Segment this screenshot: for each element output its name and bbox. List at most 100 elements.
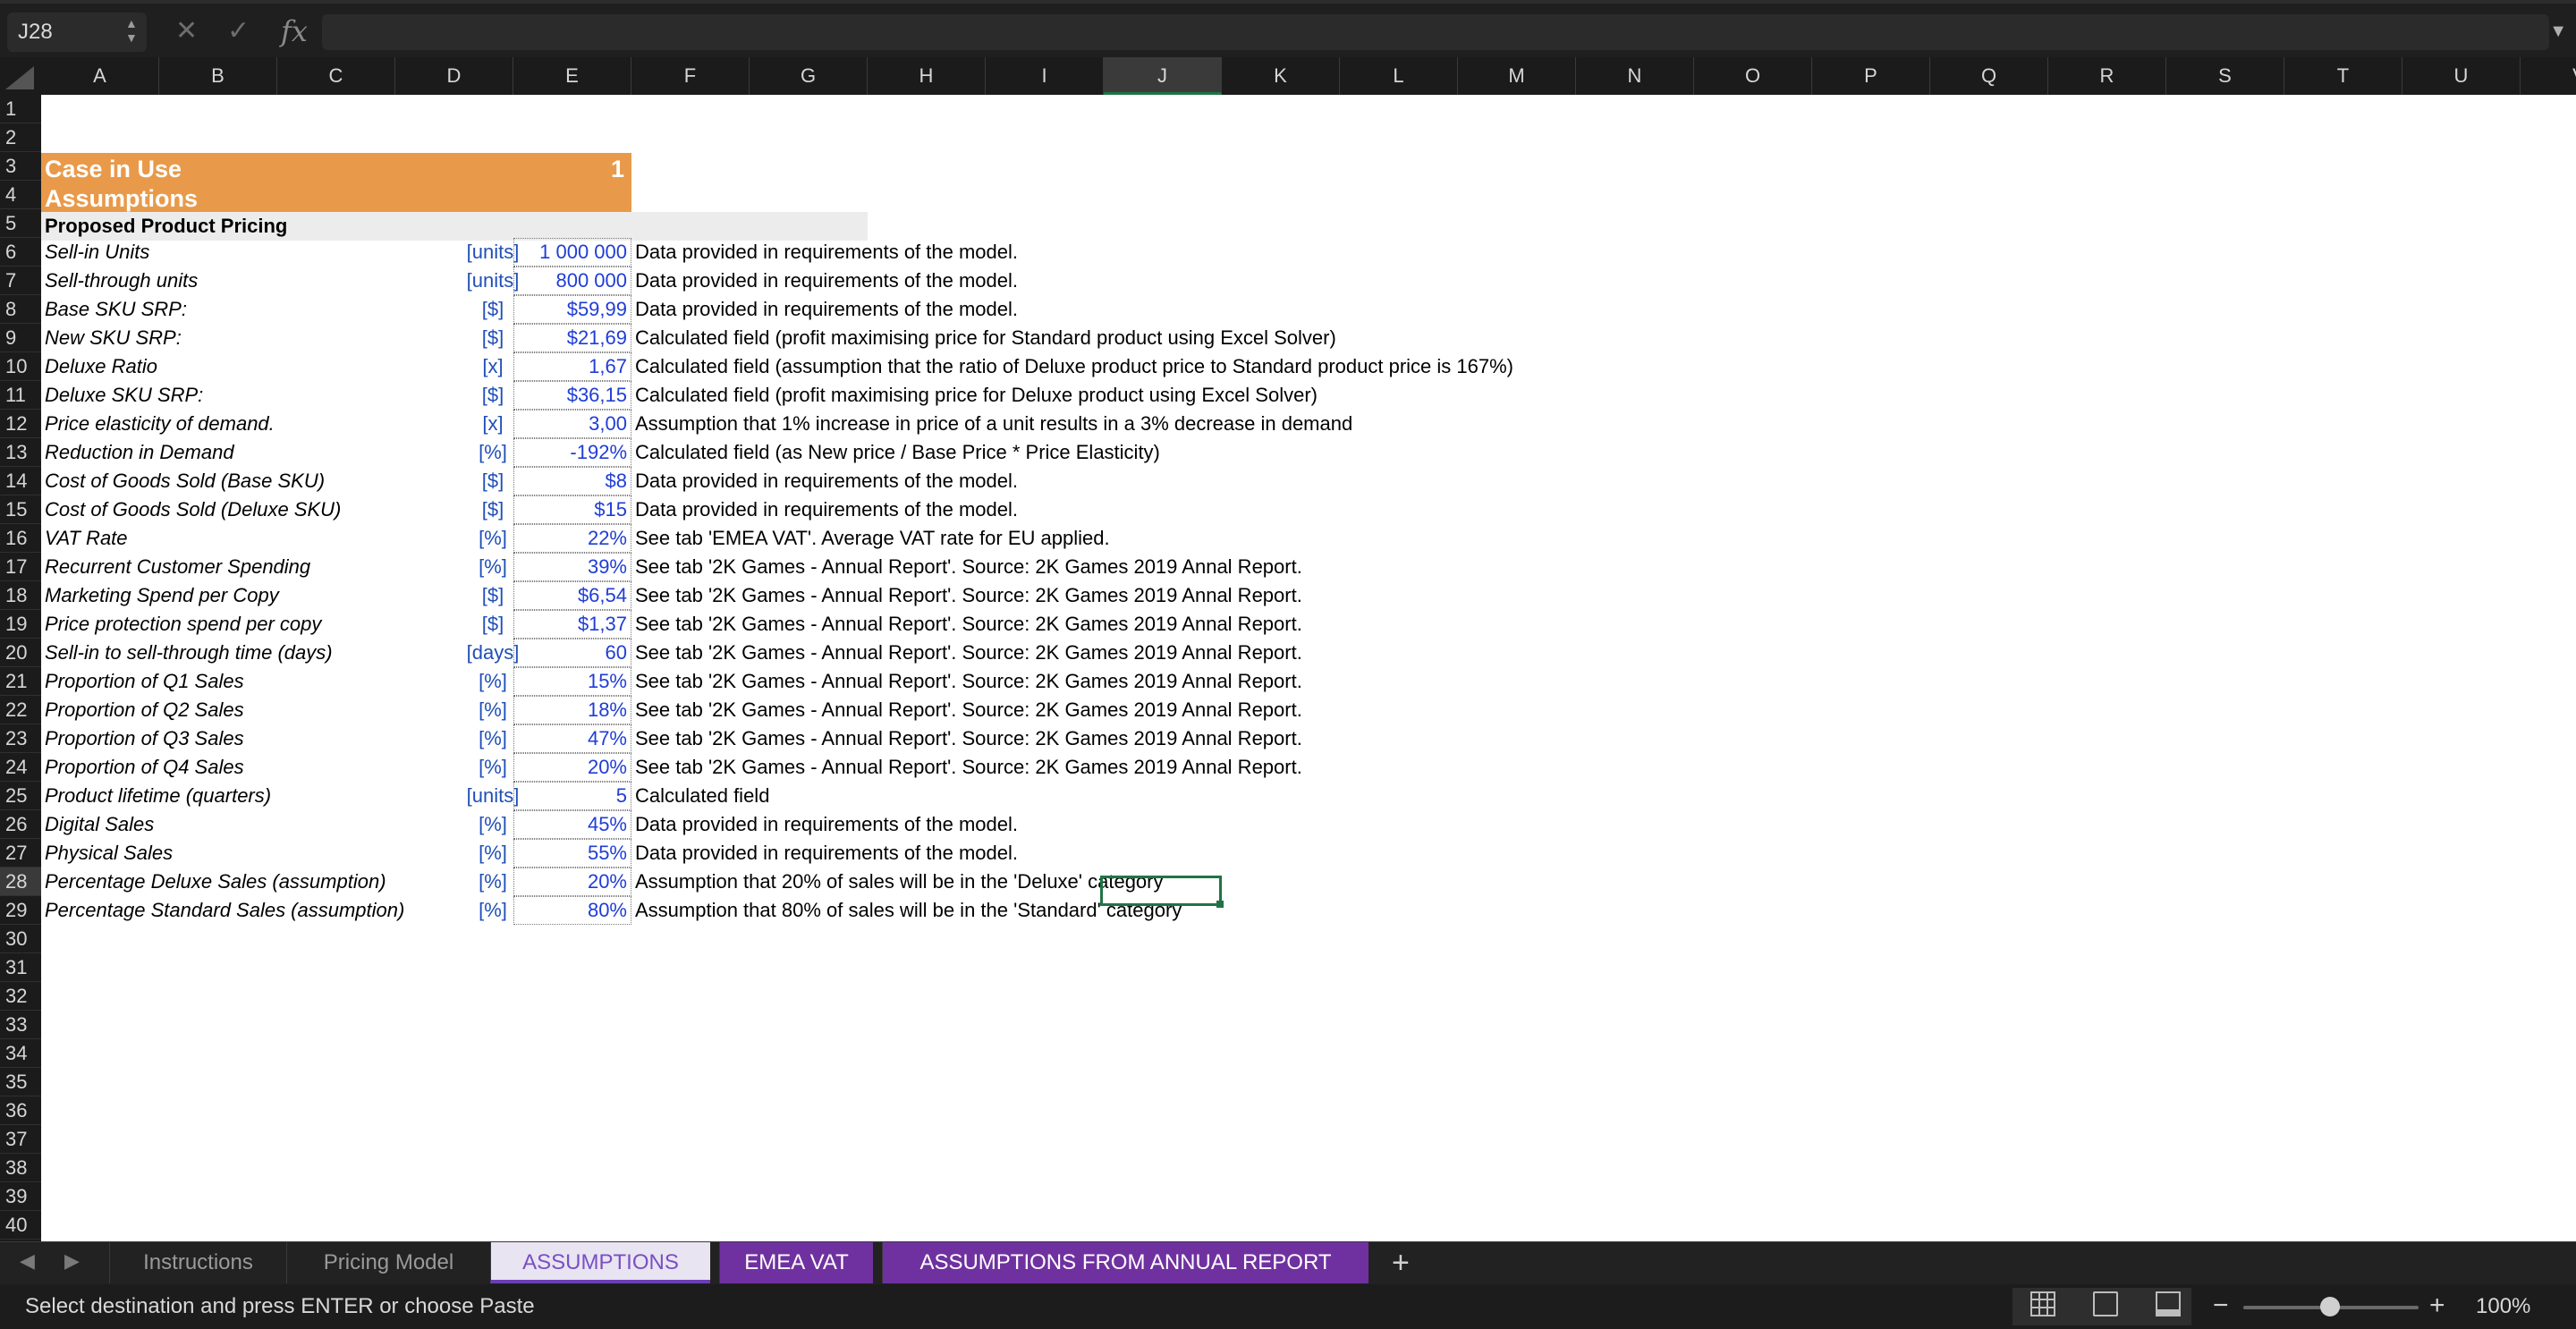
parameter-value[interactable]: $36,15	[513, 381, 631, 410]
column-header-u[interactable]: U	[2402, 57, 2521, 95]
row-header-32[interactable]: 32	[0, 982, 41, 1011]
parameter-value[interactable]: 45%	[513, 810, 631, 839]
column-header-q[interactable]: Q	[1930, 57, 2048, 95]
select-all-button[interactable]	[0, 57, 41, 95]
column-header-r[interactable]: R	[2048, 57, 2166, 95]
column-header-c[interactable]: C	[277, 57, 395, 95]
parameter-value[interactable]: 60	[513, 639, 631, 667]
parameter-label[interactable]: Proportion of Q4 Sales	[45, 753, 429, 782]
zoom-level[interactable]: 100%	[2476, 1284, 2530, 1329]
column-header-b[interactable]: B	[159, 57, 277, 95]
parameter-label[interactable]: Marketing Spend per Copy	[45, 581, 429, 610]
zoom-in-button[interactable]: +	[2429, 1290, 2445, 1322]
parameter-value[interactable]: $6,54	[513, 581, 631, 610]
row-header-21[interactable]: 21	[0, 667, 41, 696]
parameter-value[interactable]: 20%	[513, 868, 631, 896]
row-header-25[interactable]: 25	[0, 782, 41, 810]
row-header-39[interactable]: 39	[0, 1182, 41, 1211]
fill-handle[interactable]	[1216, 901, 1224, 908]
row-header-35[interactable]: 35	[0, 1068, 41, 1096]
page-break-view-icon[interactable]	[2156, 1291, 2181, 1316]
row-header-31[interactable]: 31	[0, 953, 41, 982]
tab-assumptions[interactable]: ASSUMPTIONS	[490, 1242, 710, 1283]
row-header-24[interactable]: 24	[0, 753, 41, 782]
row-header-40[interactable]: 40	[0, 1211, 41, 1240]
normal-view-icon[interactable]	[2030, 1291, 2055, 1316]
parameter-value[interactable]: $1,37	[513, 610, 631, 639]
parameter-label[interactable]: Deluxe SKU SRP:	[45, 381, 429, 410]
parameter-value[interactable]: 15%	[513, 667, 631, 696]
zoom-slider-thumb[interactable]	[2320, 1297, 2340, 1316]
row-header-28[interactable]: 28	[0, 868, 41, 896]
parameter-note[interactable]: Data provided in requirements of the mod…	[635, 238, 1018, 267]
parameter-value[interactable]: 47%	[513, 724, 631, 753]
row-header-6[interactable]: 6	[0, 238, 41, 267]
row-header-27[interactable]: 27	[0, 839, 41, 868]
parameter-note[interactable]: See tab '2K Games - Annual Report'. Sour…	[635, 667, 1302, 696]
selected-cell[interactable]	[1100, 876, 1222, 906]
parameter-note[interactable]: Data provided in requirements of the mod…	[635, 295, 1018, 324]
column-header-v[interactable]: V	[2521, 57, 2576, 95]
row-header-23[interactable]: 23	[0, 724, 41, 753]
parameter-value[interactable]: 55%	[513, 839, 631, 868]
parameter-note[interactable]: See tab '2K Games - Annual Report'. Sour…	[635, 639, 1302, 667]
parameter-value[interactable]: -192%	[513, 438, 631, 467]
parameter-label[interactable]: Reduction in Demand	[45, 438, 429, 467]
row-header-29[interactable]: 29	[0, 896, 41, 925]
row-header-1[interactable]: 1	[0, 95, 41, 123]
parameter-note[interactable]: Calculated field (profit maximising pric…	[635, 381, 1318, 410]
parameter-label[interactable]: Proportion of Q2 Sales	[45, 696, 429, 724]
row-header-9[interactable]: 9	[0, 324, 41, 352]
expand-formula-icon[interactable]: ▼	[2549, 21, 2567, 42]
parameter-note[interactable]: Data provided in requirements of the mod…	[635, 467, 1018, 495]
row-header-34[interactable]: 34	[0, 1039, 41, 1068]
parameter-note[interactable]: Calculated field (as New price / Base Pr…	[635, 438, 1160, 467]
parameter-value[interactable]: 1,67	[513, 352, 631, 381]
row-header-18[interactable]: 18	[0, 581, 41, 610]
parameter-note[interactable]: Calculated field (assumption that the ra…	[635, 352, 1513, 381]
parameter-label[interactable]: Price elasticity of demand.	[45, 410, 429, 438]
column-header-e[interactable]: E	[513, 57, 631, 95]
parameter-label[interactable]: Sell-in to sell-through time (days)	[45, 639, 429, 667]
row-header-3[interactable]: 3	[0, 152, 41, 181]
row-header-2[interactable]: 2	[0, 123, 41, 152]
parameter-label[interactable]: Cost of Goods Sold (Deluxe SKU)	[45, 495, 429, 524]
parameter-label[interactable]: Sell-in Units	[45, 238, 429, 267]
parameter-value[interactable]: 800 000	[513, 267, 631, 295]
parameter-value[interactable]: 3,00	[513, 410, 631, 438]
column-header-a[interactable]: A	[41, 57, 159, 95]
case-value[interactable]: 1	[551, 153, 624, 185]
parameter-value[interactable]: 18%	[513, 696, 631, 724]
parameter-label[interactable]: Product lifetime (quarters)	[45, 782, 429, 810]
parameter-note[interactable]: See tab '2K Games - Annual Report'. Sour…	[635, 753, 1302, 782]
row-header-5[interactable]: 5	[0, 209, 41, 238]
parameter-value[interactable]: 39%	[513, 553, 631, 581]
row-header-22[interactable]: 22	[0, 696, 41, 724]
parameter-label[interactable]: Deluxe Ratio	[45, 352, 429, 381]
parameter-label[interactable]: Price protection spend per copy	[45, 610, 429, 639]
parameter-value[interactable]: $15	[513, 495, 631, 524]
row-header-16[interactable]: 16	[0, 524, 41, 553]
row-header-26[interactable]: 26	[0, 810, 41, 839]
parameter-note[interactable]: See tab '2K Games - Annual Report'. Sour…	[635, 581, 1302, 610]
column-header-k[interactable]: K	[1222, 57, 1340, 95]
add-sheet-button[interactable]: +	[1392, 1246, 1410, 1280]
column-header-s[interactable]: S	[2166, 57, 2284, 95]
parameter-note[interactable]: See tab '2K Games - Annual Report'. Sour…	[635, 610, 1302, 639]
row-header-10[interactable]: 10	[0, 352, 41, 381]
row-header-37[interactable]: 37	[0, 1125, 41, 1154]
column-header-i[interactable]: I	[986, 57, 1104, 95]
row-header-19[interactable]: 19	[0, 610, 41, 639]
row-header-12[interactable]: 12	[0, 410, 41, 438]
cancel-icon[interactable]: ✕	[175, 16, 198, 47]
parameter-note[interactable]: Calculated field	[635, 782, 769, 810]
column-header-g[interactable]: G	[750, 57, 868, 95]
parameter-note[interactable]: See tab '2K Games - Annual Report'. Sour…	[635, 696, 1302, 724]
parameter-note[interactable]: Data provided in requirements of the mod…	[635, 810, 1018, 839]
parameter-note[interactable]: See tab '2K Games - Annual Report'. Sour…	[635, 724, 1302, 753]
row-header-38[interactable]: 38	[0, 1154, 41, 1182]
column-header-t[interactable]: T	[2284, 57, 2402, 95]
column-header-o[interactable]: O	[1694, 57, 1812, 95]
parameter-label[interactable]: Cost of Goods Sold (Base SKU)	[45, 467, 429, 495]
parameter-label[interactable]: Percentage Deluxe Sales (assumption)	[45, 868, 429, 896]
